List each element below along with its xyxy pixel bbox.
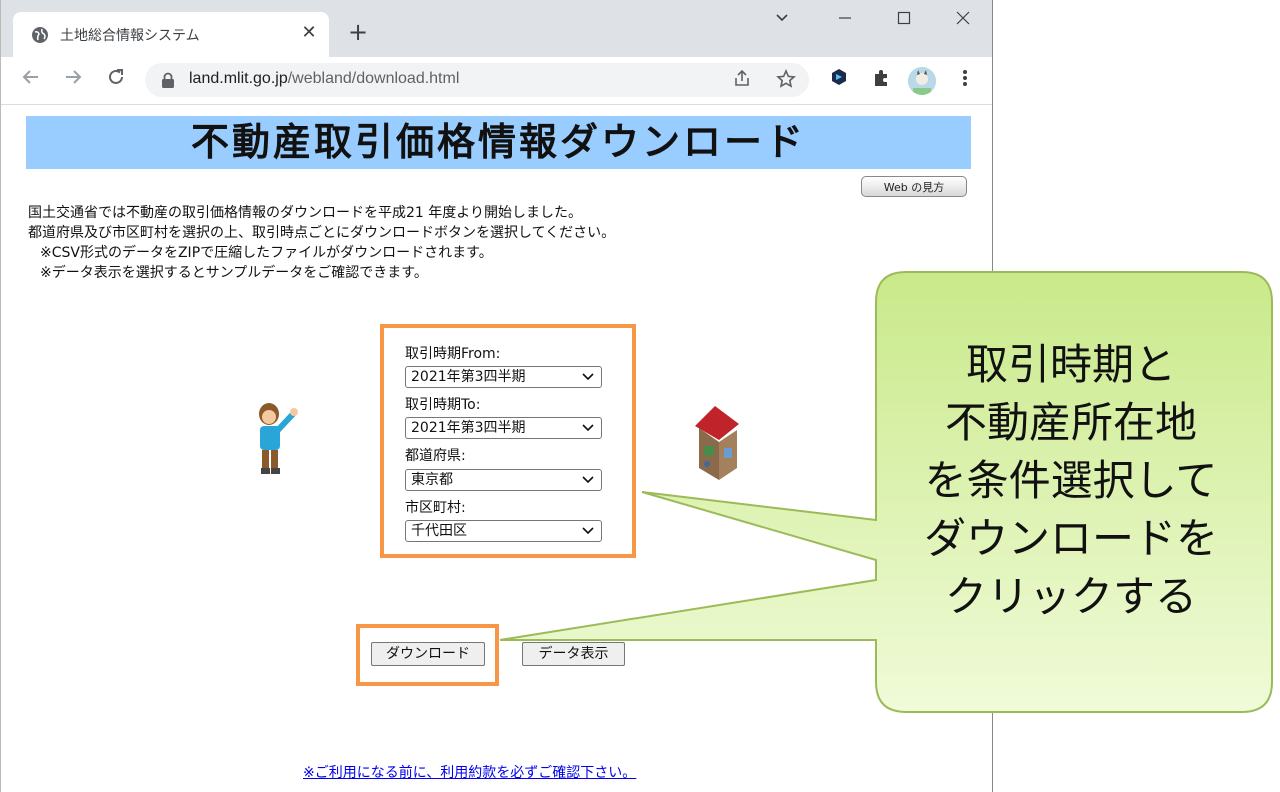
callout-line-1: 取引時期と (965, 340, 1176, 389)
callout-text: 取引時期と 不動産所在地 を条件選択して ダウンロードを クリックする (878, 336, 1264, 626)
callout-line-3: を条件選択して (924, 456, 1218, 505)
callout-line-5: クリックする (944, 572, 1197, 621)
callout-line-4: ダウンロードを (923, 514, 1218, 563)
callout-line-2: 不動産所在地 (944, 398, 1197, 447)
